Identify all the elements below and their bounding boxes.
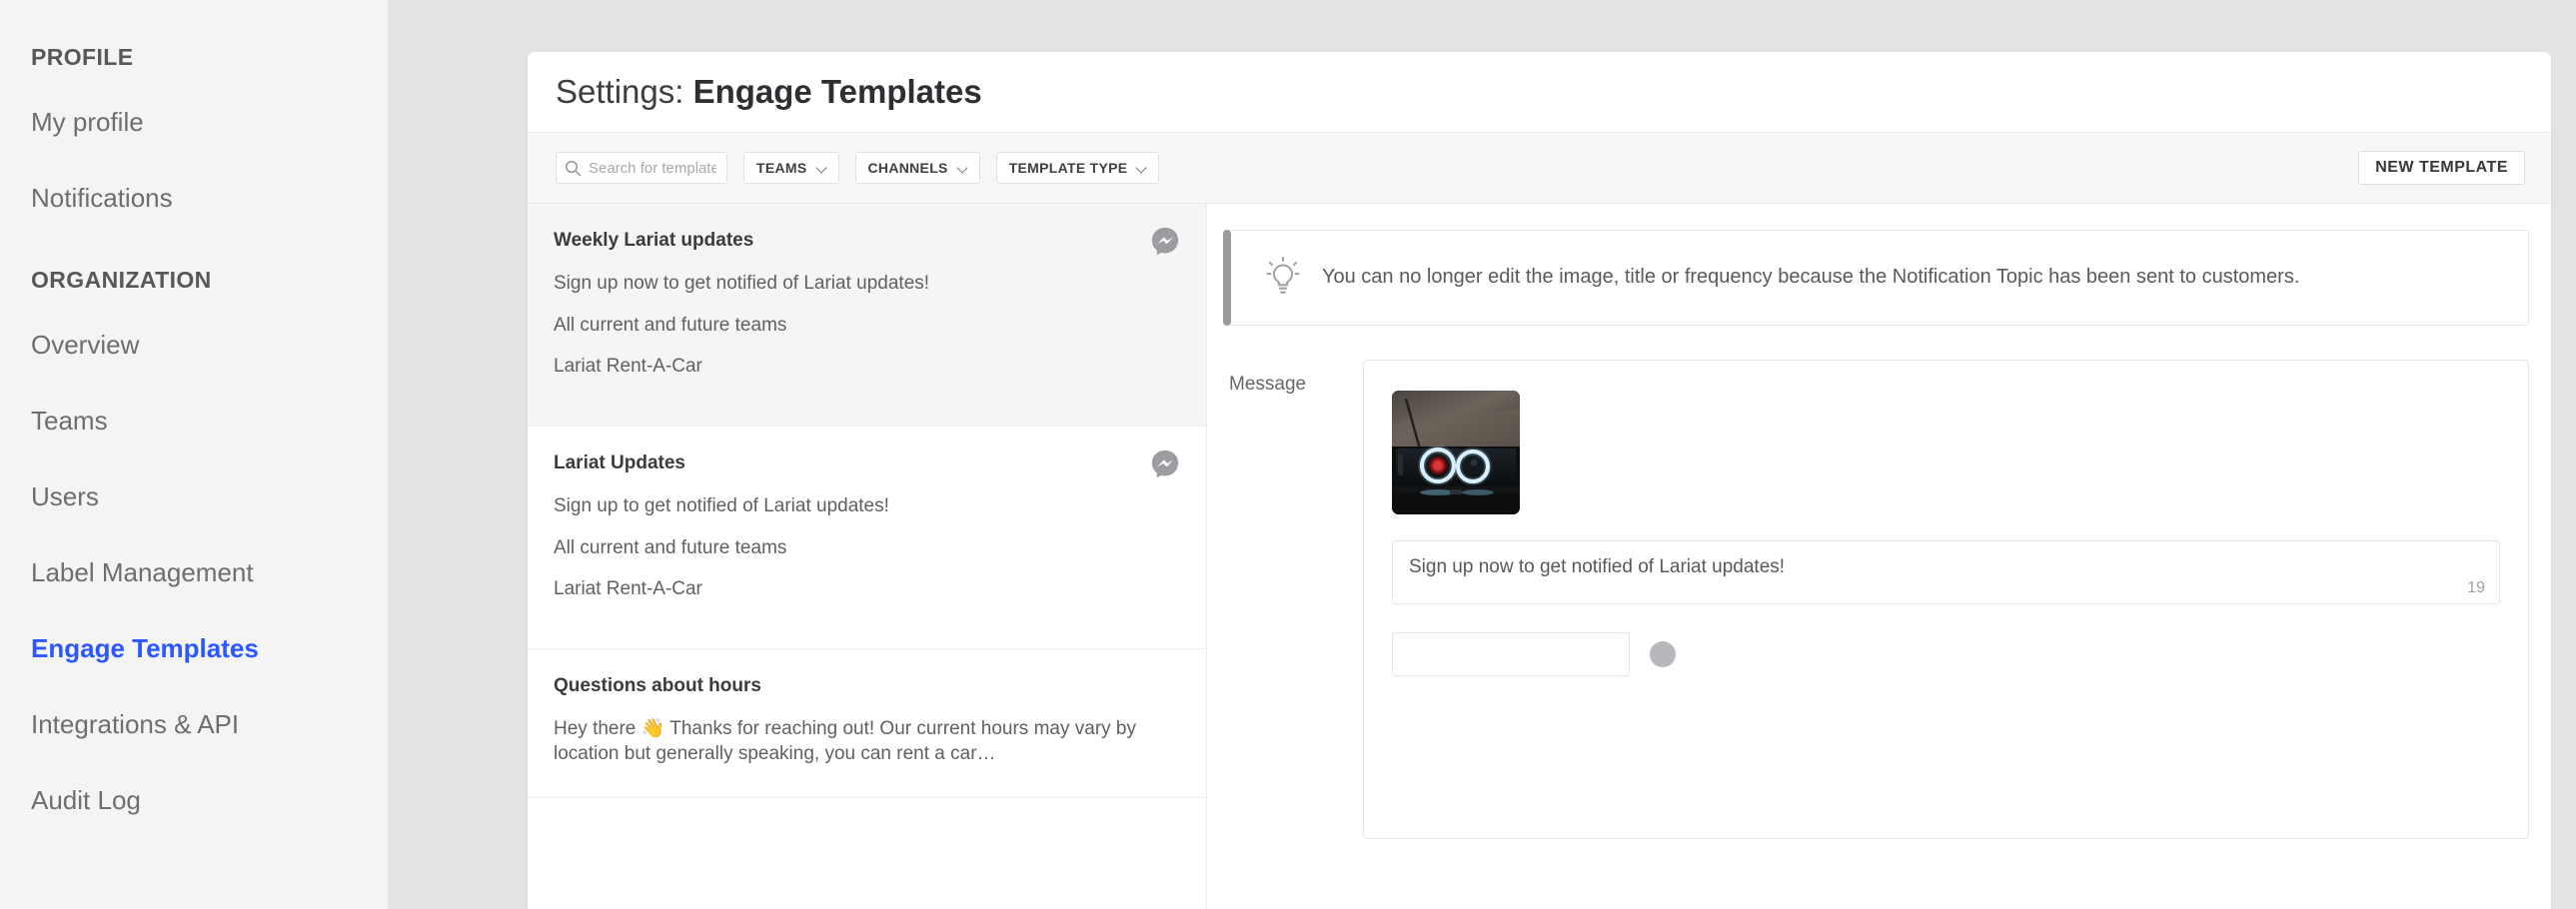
sidebar-section-organization-title: ORGANIZATION (31, 267, 212, 293)
sidebar-section-profile-title: PROFILE (31, 44, 134, 70)
sidebar-item-my-profile[interactable]: My profile (0, 99, 388, 145)
main-area: Settings: Engage Templates TEAMS CHANNEL… (528, 0, 2576, 909)
template-teams: All current and future teams (554, 536, 787, 558)
template-name: Questions about hours (554, 674, 761, 696)
notice-text: You can no longer edit the image, title … (1322, 266, 2300, 289)
chevron-down-icon (958, 164, 967, 173)
notice-accent-bar (1223, 230, 1231, 326)
card-header: Settings: Engage Templates (528, 52, 2551, 132)
page-title-prefix: Settings: (556, 73, 693, 110)
secondary-input-field[interactable] (1392, 632, 1630, 676)
sidebar-item-teams[interactable]: Teams (0, 398, 388, 444)
sidebar: PROFILE My profile Notifications ORGANIZ… (0, 0, 388, 909)
character-counter: 19 (2467, 579, 2485, 596)
sidebar-item-integrations-api[interactable]: Integrations & API (0, 701, 388, 747)
template-org: Lariat Rent-A-Car (554, 578, 702, 600)
message-lower-row (1392, 632, 2500, 676)
new-template-button[interactable]: NEW TEMPLATE (2358, 151, 2525, 185)
list-item[interactable]: Questions about hours Hey there 👋 Thanks… (528, 649, 1206, 799)
sidebar-item-notifications[interactable]: Notifications (0, 175, 388, 221)
page-title: Settings: Engage Templates (556, 73, 982, 111)
sidebar-item-audit-log[interactable]: Audit Log (0, 777, 388, 823)
avatar-placeholder-icon (1650, 641, 1676, 667)
chevron-down-icon (817, 164, 826, 173)
page-gutter (388, 0, 528, 909)
filter-template-type-dropdown[interactable]: TEMPLATE TYPE (995, 152, 1160, 184)
page-title-main: Engage Templates (692, 73, 982, 110)
message-label: Message (1229, 374, 1307, 395)
template-message: Sign up to get notified of Lariat update… (554, 494, 889, 516)
sidebar-item-overview[interactable]: Overview (0, 322, 388, 368)
template-message: Hey there 👋 Thanks for reaching out! Our… (554, 717, 1136, 765)
search-icon (565, 160, 582, 176)
template-name: Weekly Lariat updates (554, 230, 754, 251)
template-message: Sign up now to get notified of Lariat up… (554, 273, 930, 294)
settings-page: PROFILE My profile Notifications ORGANIZ… (0, 0, 2576, 909)
filter-template-type-label: TEMPLATE TYPE (1008, 160, 1128, 176)
sidebar-item-label-management[interactable]: Label Management (0, 549, 388, 595)
settings-card: Settings: Engage Templates TEAMS CHANNEL… (528, 52, 2551, 909)
search-input[interactable] (589, 159, 716, 177)
notice-inner: You can no longer edit the image, title … (1230, 231, 2327, 325)
lightbulb-icon (1266, 257, 1300, 294)
list-item[interactable]: Lariat Updates Sign up to get notified o… (528, 427, 1206, 649)
sidebar-item-engage-templates[interactable]: Engage Templates (0, 625, 388, 671)
filter-channels-label: CHANNELS (867, 160, 948, 176)
chevron-down-icon (1137, 164, 1146, 173)
body-split: Weekly Lariat updates Sign up now to get… (528, 204, 2551, 909)
messenger-icon (1151, 450, 1179, 478)
sidebar-item-users[interactable]: Users (0, 473, 388, 519)
filter-channels-dropdown[interactable]: CHANNELS (854, 152, 980, 184)
search-box[interactable] (556, 152, 727, 184)
new-template-button-label: NEW TEMPLATE (2375, 159, 2508, 176)
template-list: Weekly Lariat updates Sign up now to get… (528, 204, 1207, 909)
message-card: Sign up now to get notified of Lariat up… (1363, 360, 2529, 839)
template-name: Lariat Updates (554, 452, 685, 473)
template-detail-pane: You can no longer edit the image, title … (1207, 204, 2551, 909)
message-row: Message Sign up now to get notified of L… (1229, 360, 2529, 839)
thumbnail-image (1392, 391, 1520, 514)
toolbar: TEAMS CHANNELS TEMPLATE TYPE NEW TEMPLAT… (528, 132, 2551, 204)
template-org: Lariat Rent-A-Car (554, 356, 702, 378)
messenger-icon (1151, 227, 1179, 256)
template-teams: All current and future teams (554, 314, 787, 336)
readonly-notice-banner: You can no longer edit the image, title … (1223, 230, 2529, 326)
list-item[interactable]: Weekly Lariat updates Sign up now to get… (528, 204, 1206, 427)
message-text-value: Sign up now to get notified of Lariat up… (1409, 556, 1786, 577)
car-headlight-thumbnail (1392, 391, 1520, 514)
message-text-field[interactable]: Sign up now to get notified of Lariat up… (1392, 540, 2500, 604)
filter-teams-dropdown[interactable]: TEAMS (743, 152, 839, 184)
filter-teams-label: TEAMS (756, 160, 807, 176)
